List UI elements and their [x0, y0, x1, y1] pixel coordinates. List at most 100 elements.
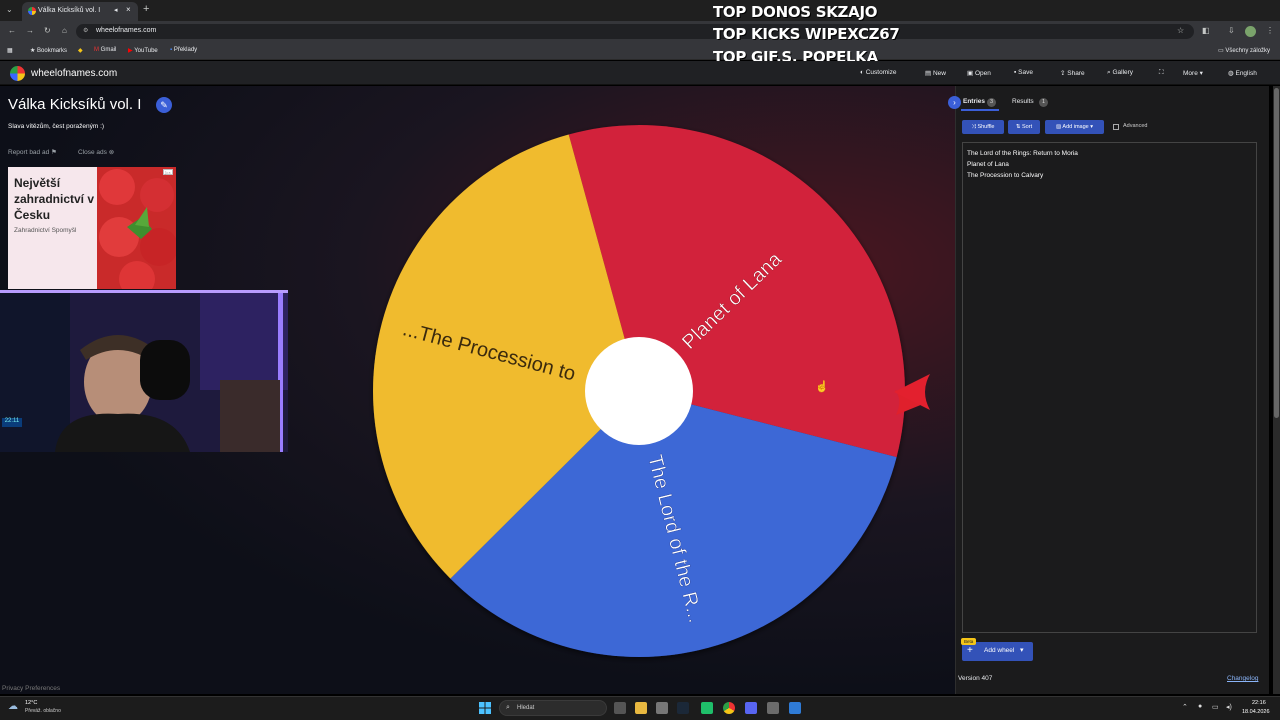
- reload-icon[interactable]: ↻: [44, 26, 51, 35]
- taskbar-search[interactable]: ⌕ Hledat: [499, 700, 607, 716]
- share-button[interactable]: ⇪ Share: [1060, 69, 1085, 77]
- bookmark-item[interactable]: ▪ Překlady: [170, 47, 197, 53]
- tab-results[interactable]: Results: [1012, 98, 1034, 105]
- customize-button[interactable]: ◐ Customize: [860, 69, 896, 76]
- clock-date[interactable]: 18.04.2026: [1242, 709, 1270, 715]
- logo-text[interactable]: wheelofnames.com: [31, 68, 117, 79]
- beta-badge: Beta: [961, 638, 977, 645]
- start-button[interactable]: [479, 702, 491, 714]
- site-header: [0, 61, 1280, 85]
- changelog-link[interactable]: Changelog: [1227, 675, 1258, 682]
- scrollbar-thumb[interactable]: [1274, 88, 1279, 418]
- add-image-button[interactable]: ▨ Add image ▾: [1045, 120, 1104, 134]
- network-icon[interactable]: ▭: [1212, 703, 1219, 711]
- chevron-down-icon: ▾: [1090, 124, 1094, 130]
- fullscreen-icon[interactable]: ⛶: [1159, 69, 1164, 77]
- chevron-down-icon[interactable]: ▾: [1020, 646, 1024, 654]
- new-button[interactable]: ▤ New: [925, 69, 946, 77]
- version-text: Version 407: [958, 675, 993, 682]
- entries-textarea[interactable]: [962, 142, 1257, 633]
- mic-icon[interactable]: ●: [1198, 703, 1202, 710]
- tab-entries[interactable]: Entries: [963, 98, 985, 105]
- other-bookmarks[interactable]: ▭ Všechny záložky: [1218, 47, 1270, 54]
- more-menu[interactable]: More ▾: [1183, 69, 1203, 77]
- shuffle-button[interactable]: ⤨ Shuffle: [962, 120, 1004, 134]
- flag-icon: ⚑: [51, 149, 57, 156]
- wheel-title: Válka Kicksíků vol. I: [8, 96, 142, 113]
- app-icon[interactable]: [701, 702, 713, 714]
- favicon-icon: [28, 7, 36, 15]
- bookmark-item[interactable]: ▶ YouTube: [128, 47, 158, 54]
- new-tab-icon[interactable]: +: [143, 3, 149, 15]
- entry-line: Planet of Lana: [967, 161, 1009, 168]
- privacy-preferences-link[interactable]: Privacy Preferences: [2, 685, 60, 692]
- bookmark-icon[interactable]: ◆: [78, 47, 83, 54]
- sort-button[interactable]: ⇅ Sort: [1008, 120, 1040, 134]
- advertisement[interactable]: Největší zahradnictví v Česku Zahradnict…: [8, 167, 176, 289]
- file-explorer-icon[interactable]: [635, 702, 647, 714]
- advanced-checkbox[interactable]: [1113, 124, 1119, 130]
- tab-search-icon[interactable]: ⌄: [6, 5, 13, 14]
- save-button[interactable]: ▪ Save: [1014, 69, 1033, 76]
- weather-desc[interactable]: Převáž. oblačno: [25, 708, 61, 714]
- apps-icon[interactable]: ▦: [7, 47, 13, 54]
- ad-image: [97, 167, 176, 289]
- close-tab-icon[interactable]: ×: [126, 5, 131, 14]
- bookmark-item[interactable]: M Gmail: [94, 47, 116, 53]
- ad-choices-icon[interactable]: ▷×: [163, 169, 173, 175]
- report-ad-link[interactable]: Report bad ad ⚑: [8, 148, 57, 156]
- language-selector[interactable]: ◍ English: [1228, 69, 1257, 77]
- weather-icon[interactable]: ☁: [8, 701, 18, 712]
- wheel-center[interactable]: [585, 337, 693, 445]
- store-icon[interactable]: [656, 702, 668, 714]
- menu-icon[interactable]: ⋮: [1266, 26, 1274, 35]
- close-ads-link[interactable]: Close ads ⊗: [78, 148, 114, 156]
- gallery-button[interactable]: ⌕ Gallery: [1107, 69, 1133, 77]
- app-icon[interactable]: [767, 702, 779, 714]
- download-icon[interactable]: ⇩: [1228, 26, 1235, 35]
- task-view-icon[interactable]: [614, 702, 626, 714]
- chrome-icon[interactable]: [723, 702, 735, 714]
- search-icon: ⌕: [506, 704, 510, 711]
- discord-icon[interactable]: [745, 702, 757, 714]
- cursor-icon: ☝: [815, 381, 829, 393]
- entries-count-badge: 3: [987, 98, 996, 107]
- wheel-description: Slava vítězům, čest poraženým :): [8, 123, 105, 130]
- edit-title-button[interactable]: ✎: [156, 97, 172, 113]
- bookmark-item[interactable]: ★ Bookmarks: [30, 47, 67, 54]
- site-info-icon[interactable]: ⚙: [83, 27, 88, 34]
- overlay-line-1: TOP DONOS SKZAJO: [713, 3, 878, 21]
- clock-time[interactable]: 22:16: [1252, 700, 1266, 706]
- home-icon[interactable]: ⌂: [62, 26, 67, 35]
- active-tab-indicator: [961, 109, 999, 111]
- browser-tab-strip: [0, 0, 1280, 21]
- forward-icon[interactable]: →: [26, 26, 34, 35]
- shuffle-icon: ⤨: [971, 124, 976, 130]
- extensions-icon[interactable]: ◧: [1202, 26, 1210, 35]
- image-icon: ▨: [1055, 124, 1062, 130]
- overlay-line-2: TOP KICKS WIPEXCZ67: [713, 25, 900, 43]
- ad-title: Největší zahradnictví v Česku: [14, 176, 95, 222]
- browser-tab[interactable]: Válka Kicksíků vol. I ◂ ×: [22, 2, 138, 21]
- sort-icon: ⇅: [1015, 124, 1021, 130]
- ad-subtitle: Zahradnictví Spomyšl: [14, 227, 77, 234]
- tray-chevron-icon[interactable]: ⌃: [1182, 703, 1188, 711]
- advanced-label: Advanced: [1123, 123, 1148, 129]
- bookmarks-bar: ▦ ★ Bookmarks ◆ M Gmail ▶ YouTube ▪ Přek…: [0, 42, 1280, 60]
- collapse-sidebar-button[interactable]: ›: [948, 96, 961, 109]
- audio-icon[interactable]: ◂: [114, 6, 118, 14]
- open-button[interactable]: ▣ Open: [967, 69, 991, 77]
- tab-title: Válka Kicksíků vol. I: [38, 7, 101, 14]
- pointer-arrow-icon: [894, 374, 930, 410]
- volume-icon[interactable]: ◂): [1226, 703, 1232, 711]
- bookmark-star-icon[interactable]: ☆: [1177, 26, 1184, 35]
- logo-icon[interactable]: [10, 66, 25, 81]
- address-bar[interactable]: ⚙ wheelofnames.com: [76, 24, 1194, 39]
- weather-temp[interactable]: 12°C: [25, 700, 37, 706]
- profile-avatar[interactable]: [1245, 26, 1256, 37]
- notepad-icon[interactable]: [789, 702, 801, 714]
- steam-icon[interactable]: [677, 702, 689, 714]
- wheel[interactable]: Planet of Lana The Lord of the R... The …: [360, 115, 920, 670]
- back-icon[interactable]: ←: [8, 26, 16, 35]
- close-circle-icon: ⊗: [108, 149, 115, 156]
